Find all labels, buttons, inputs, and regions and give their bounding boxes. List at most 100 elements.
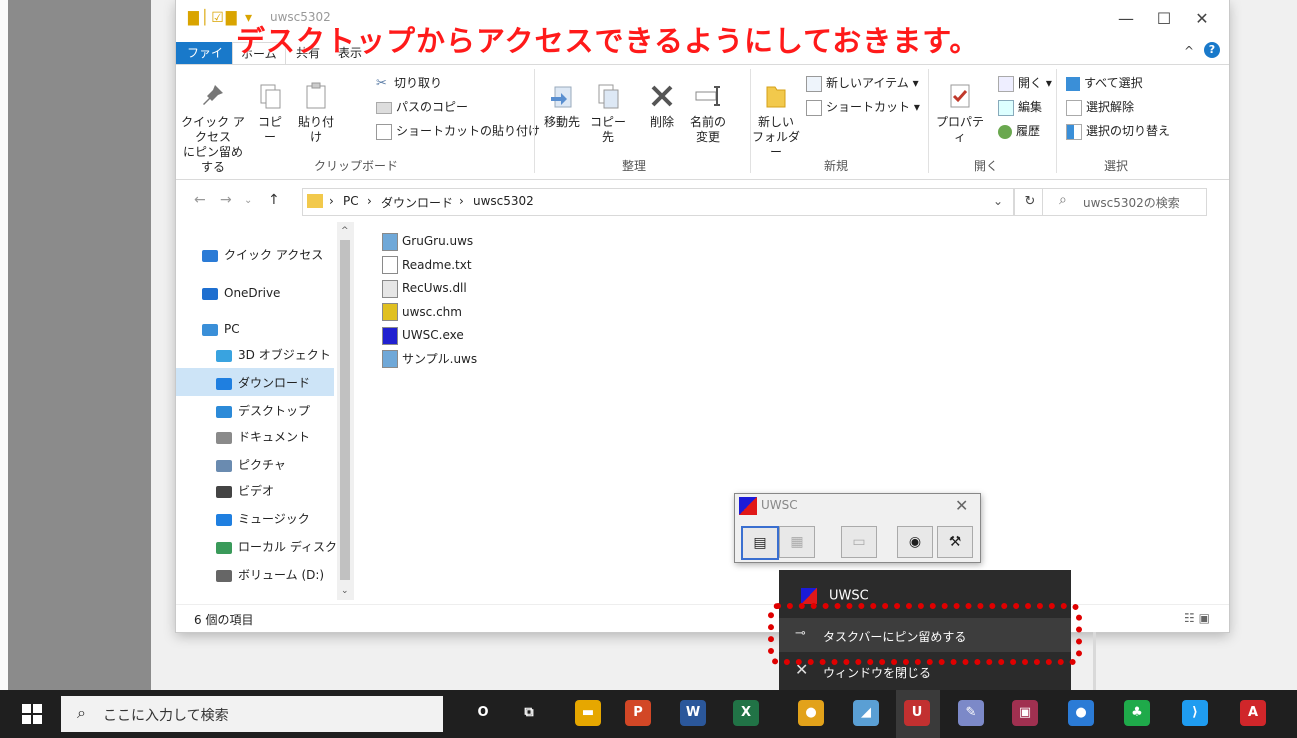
delete-button[interactable]: 削除 xyxy=(644,81,680,130)
breadcrumb-uwsc5302[interactable]: uwsc5302 xyxy=(473,194,534,208)
cortana-icon[interactable]: O xyxy=(470,700,496,726)
image-tool-icon[interactable]: ▣ xyxy=(1012,700,1038,726)
nav-item-label: PC xyxy=(224,322,240,336)
evernote-icon[interactable]: ♣ xyxy=(1124,700,1150,726)
copy-path-button[interactable]: パスのコピー xyxy=(376,97,468,117)
open-button[interactable]: 開く ▾ xyxy=(998,73,1052,93)
taskbar-search-input[interactable]: ⌕ ここに入力して検索 xyxy=(61,696,443,732)
file-item[interactable]: UWSC.exe xyxy=(382,324,464,347)
breadcrumb-downloads[interactable]: ダウンロード xyxy=(381,194,453,211)
paste-icon xyxy=(306,82,326,109)
nav-item[interactable]: ドキュメント xyxy=(216,424,310,450)
settings-button[interactable]: ⚒ xyxy=(937,526,973,558)
nav-item[interactable]: PC xyxy=(202,316,240,342)
paste-button[interactable]: 貼り付け xyxy=(294,81,338,145)
close-window-item[interactable]: ウィンドウを閉じる xyxy=(823,664,931,681)
vscode-icon[interactable]: ⟩ xyxy=(1182,700,1208,726)
file-item[interactable]: RecUws.dll xyxy=(382,277,467,300)
copy-to-button[interactable]: コピー先 xyxy=(586,81,630,145)
monitor-button[interactable]: ▭ xyxy=(841,526,877,558)
new-folder-button[interactable]: 新しい フォルダー xyxy=(752,81,800,160)
acrobat-icon[interactable]: A xyxy=(1240,700,1266,726)
cut-label: 切り取り xyxy=(394,76,443,90)
delete-label: 削除 xyxy=(649,115,674,129)
debug-button[interactable]: ◉ xyxy=(897,526,933,558)
breadcrumb-pc[interactable]: PC xyxy=(343,194,359,208)
address-dropdown-icon[interactable]: ⌄ xyxy=(993,194,1003,208)
rename-icon xyxy=(695,86,720,106)
back-arrow-icon[interactable]: ← xyxy=(194,192,206,208)
nav-item[interactable]: ローカル ディスク (C xyxy=(216,534,354,560)
search-placeholder: uwsc5302の検索 xyxy=(1083,196,1180,210)
nav-item-icon xyxy=(216,377,232,390)
windows-start-icon[interactable] xyxy=(22,704,42,724)
paint-icon[interactable]: ✎ xyxy=(958,700,984,726)
edit-button[interactable]: 編集 xyxy=(998,97,1042,117)
file-name: uwsc.chm xyxy=(402,304,462,319)
minimize-button[interactable]: — xyxy=(1106,6,1146,32)
jump-list-app-item[interactable]: UWSC xyxy=(801,588,869,604)
file-explorer-icon[interactable]: ▬ xyxy=(575,700,601,726)
excel-icon[interactable]: X xyxy=(733,700,759,726)
nav-item[interactable]: ボリューム (D:) xyxy=(216,562,324,588)
nav-item[interactable]: デスクトップ xyxy=(216,398,310,424)
group-label-new: 新規 xyxy=(823,159,848,173)
uwsc-logo-icon xyxy=(739,497,757,515)
copy-button[interactable]: コピー xyxy=(254,81,286,145)
file-item[interactable]: Readme.txt xyxy=(382,254,472,277)
invert-selection-button[interactable]: 選択の切り替え xyxy=(1066,121,1170,141)
address-bar[interactable]: › PC › ダウンロード › uwsc5302 ⌄ xyxy=(302,188,1014,216)
recent-chevron-icon[interactable]: ⌄ xyxy=(244,195,252,206)
notes-icon[interactable]: ◢ xyxy=(853,700,879,726)
view-toggle-icon[interactable]: ☷ ▣ xyxy=(1184,611,1210,625)
file-item[interactable]: uwsc.chm xyxy=(382,301,462,324)
move-to-label: 移動先 xyxy=(543,115,580,129)
properties-button[interactable]: プロパティ xyxy=(932,81,988,145)
properties-label: プロパティ xyxy=(935,115,984,144)
play-button[interactable]: ▦ xyxy=(779,526,815,558)
nav-item-icon xyxy=(202,323,218,336)
nav-item[interactable]: ビデオ xyxy=(216,478,274,504)
uwsc-close-button[interactable]: ✕ xyxy=(955,496,968,515)
nav-item[interactable]: クイック アクセス xyxy=(202,242,323,268)
nav-item[interactable]: OneDrive xyxy=(202,280,280,306)
maximize-button[interactable]: ☐ xyxy=(1144,6,1184,32)
search-input[interactable]: ⌕ uwsc5302の検索 xyxy=(1042,188,1207,216)
close-button[interactable]: ✕ xyxy=(1182,6,1222,32)
record-button[interactable]: ▤ xyxy=(741,526,779,560)
select-all-button[interactable]: すべて選択 xyxy=(1066,73,1143,93)
file-item[interactable]: GruGru.uws xyxy=(382,230,473,253)
nav-item[interactable]: ダウンロード xyxy=(216,370,310,396)
nav-item[interactable]: 3D オブジェクト xyxy=(216,342,331,368)
file-item[interactable]: サンプル.uws xyxy=(382,348,477,371)
task-view-icon[interactable]: ⧉ xyxy=(516,700,542,726)
forward-arrow-icon[interactable]: → xyxy=(220,192,232,208)
select-none-button[interactable]: 選択解除 xyxy=(1066,97,1134,117)
help-icon[interactable]: ? xyxy=(1204,42,1220,58)
chrome-icon[interactable]: ● xyxy=(798,700,824,726)
nav-scrollbar-thumb[interactable] xyxy=(340,240,350,580)
paste-label: 貼り付け xyxy=(297,115,334,144)
nav-item[interactable]: ピクチャ xyxy=(216,452,286,478)
paste-shortcut-button[interactable]: ショートカットの貼り付け xyxy=(376,121,540,141)
history-button[interactable]: 履歴 xyxy=(998,121,1040,141)
cut-button[interactable]: ✂ 切り取り xyxy=(376,73,442,93)
rename-button[interactable]: 名前の 変更 xyxy=(686,81,730,145)
scroll-up-icon[interactable]: ^ xyxy=(341,226,349,236)
up-arrow-icon[interactable]: ↑ xyxy=(268,192,280,208)
file-icon xyxy=(382,279,398,298)
ribbon-collapse-icon[interactable]: ^ xyxy=(1184,44,1194,58)
tab-file[interactable]: ファイル xyxy=(176,42,234,82)
pin-quick-access-button[interactable]: クイック アクセス にピン留めする xyxy=(178,81,248,175)
file-name: Readme.txt xyxy=(402,257,472,272)
scroll-down-icon[interactable]: ⌄ xyxy=(341,586,349,596)
app-dot-icon[interactable]: ● xyxy=(1068,700,1094,726)
word-icon[interactable]: W xyxy=(680,700,706,726)
move-to-button[interactable]: 移動先 xyxy=(542,81,582,130)
uwsc-icon[interactable]: U xyxy=(904,700,930,726)
open-icon xyxy=(998,75,1014,92)
powerpoint-icon[interactable]: P xyxy=(625,700,651,726)
new-item-button[interactable]: 新しいアイテム ▾ xyxy=(806,73,919,93)
nav-item[interactable]: ミュージック xyxy=(216,506,310,532)
shortcut-button[interactable]: ショートカット ▾ xyxy=(806,97,920,117)
